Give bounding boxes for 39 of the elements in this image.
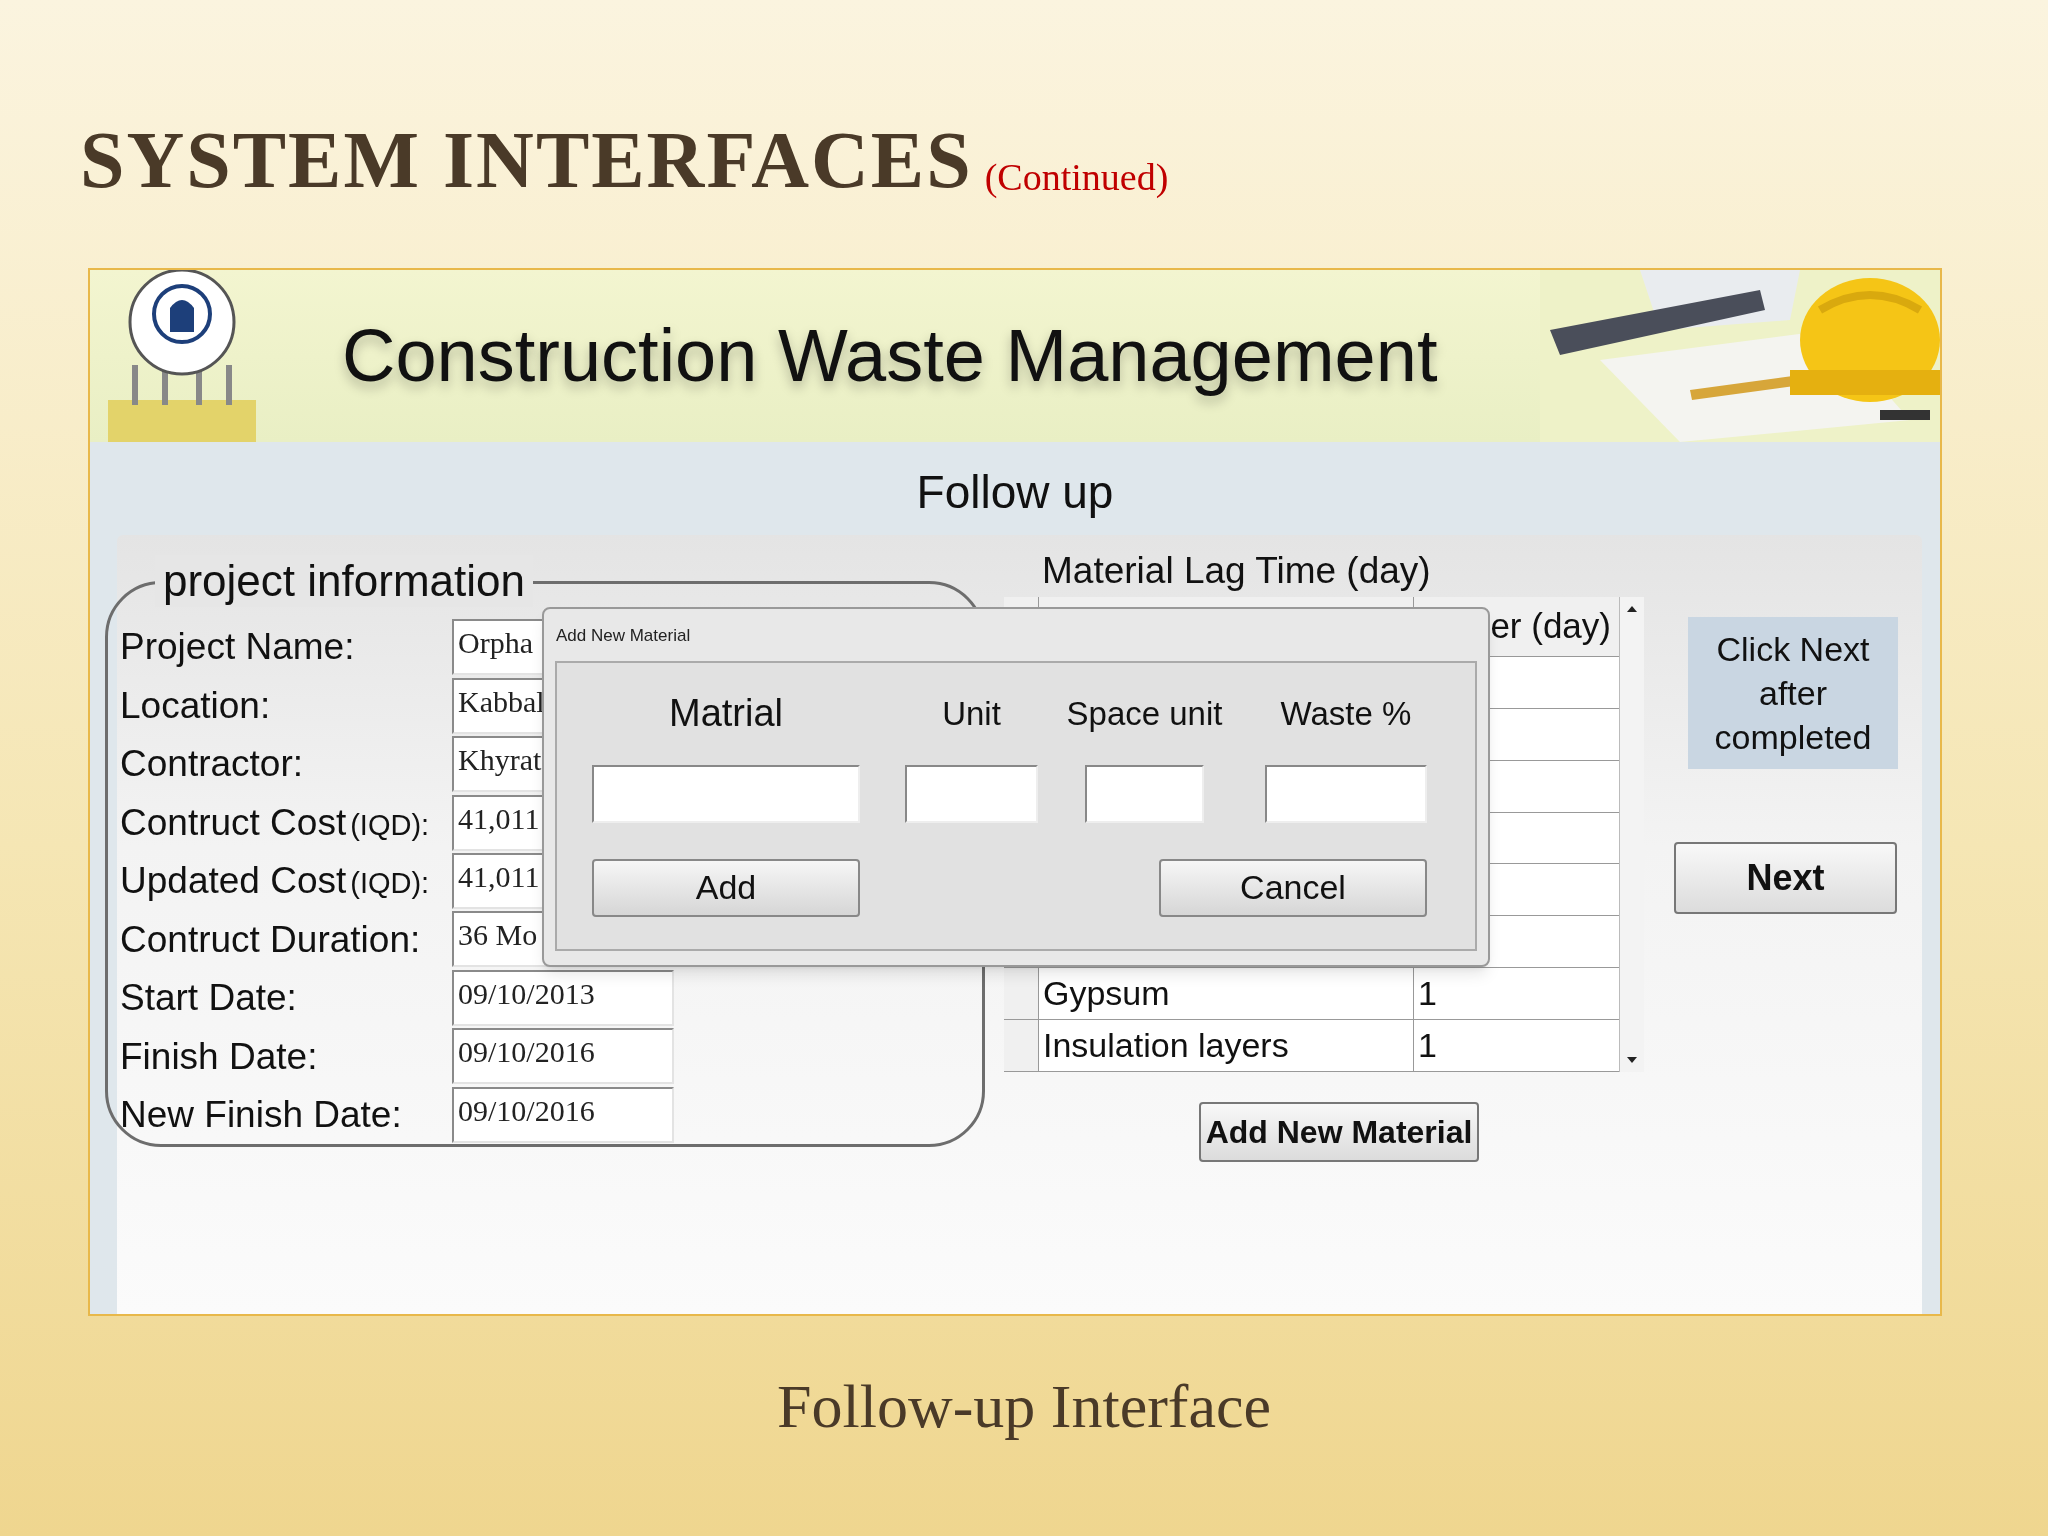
column-header: er (day) — [1490, 605, 1611, 648]
unit-label: (IQD): — [350, 807, 430, 843]
column-label: Waste % — [1280, 693, 1412, 734]
field-label: Updated Cost — [120, 859, 347, 904]
column-label: Unit — [942, 693, 1001, 734]
field-label: Project Name: — [120, 625, 355, 670]
field-label: Location: — [120, 683, 271, 728]
field-label: Start Date: — [120, 976, 297, 1021]
field-label: New Finish Date: — [120, 1092, 402, 1137]
hint-text: Click Next after completed — [1713, 629, 1873, 758]
input-field[interactable] — [905, 764, 1038, 823]
scroll-bar[interactable] — [1619, 597, 1644, 1072]
input-field[interactable] — [1085, 764, 1204, 823]
table-cell: Gypsum — [1039, 968, 1414, 1020]
table-cell-text: 1 — [1417, 1025, 1438, 1067]
slide-subtitle: (Continued) — [984, 158, 1169, 196]
dialog-title: Add New Material — [556, 625, 692, 647]
next-button[interactable]: Next — [1674, 842, 1897, 914]
slide-caption: Follow-up Interface — [776, 1371, 1272, 1442]
table-cell-text: 1 — [1417, 973, 1438, 1015]
field-label: Contractor: — [120, 742, 303, 787]
text-field[interactable]: 09/10/2016 — [452, 1028, 674, 1085]
column-label: Matrial — [669, 690, 783, 736]
input-field[interactable] — [592, 764, 860, 823]
page-title: Follow up — [916, 465, 1114, 520]
field-label: Contruct Duration: — [120, 917, 421, 962]
dialog-button[interactable]: Cancel — [1159, 858, 1427, 917]
unit-label: (IQD): — [350, 866, 430, 902]
text-field[interactable]: 09/10/2016 — [452, 1086, 674, 1143]
add-material-button[interactable]: Add New Material — [1199, 1102, 1479, 1162]
dialog-button[interactable]: Add — [592, 858, 860, 917]
field-label: Contruct Cost — [120, 800, 347, 845]
input-field[interactable] — [1265, 764, 1427, 823]
column-label: Space unit — [1066, 693, 1223, 734]
table-cell: Insulation layers — [1039, 1020, 1414, 1071]
table-title: Material Lag Time (day) — [1042, 549, 1432, 593]
slide-title: SYSTEM INTERFACES — [80, 120, 973, 200]
text-field[interactable]: 09/10/2013 — [452, 969, 674, 1026]
field-label: Finish Date: — [120, 1034, 318, 1079]
